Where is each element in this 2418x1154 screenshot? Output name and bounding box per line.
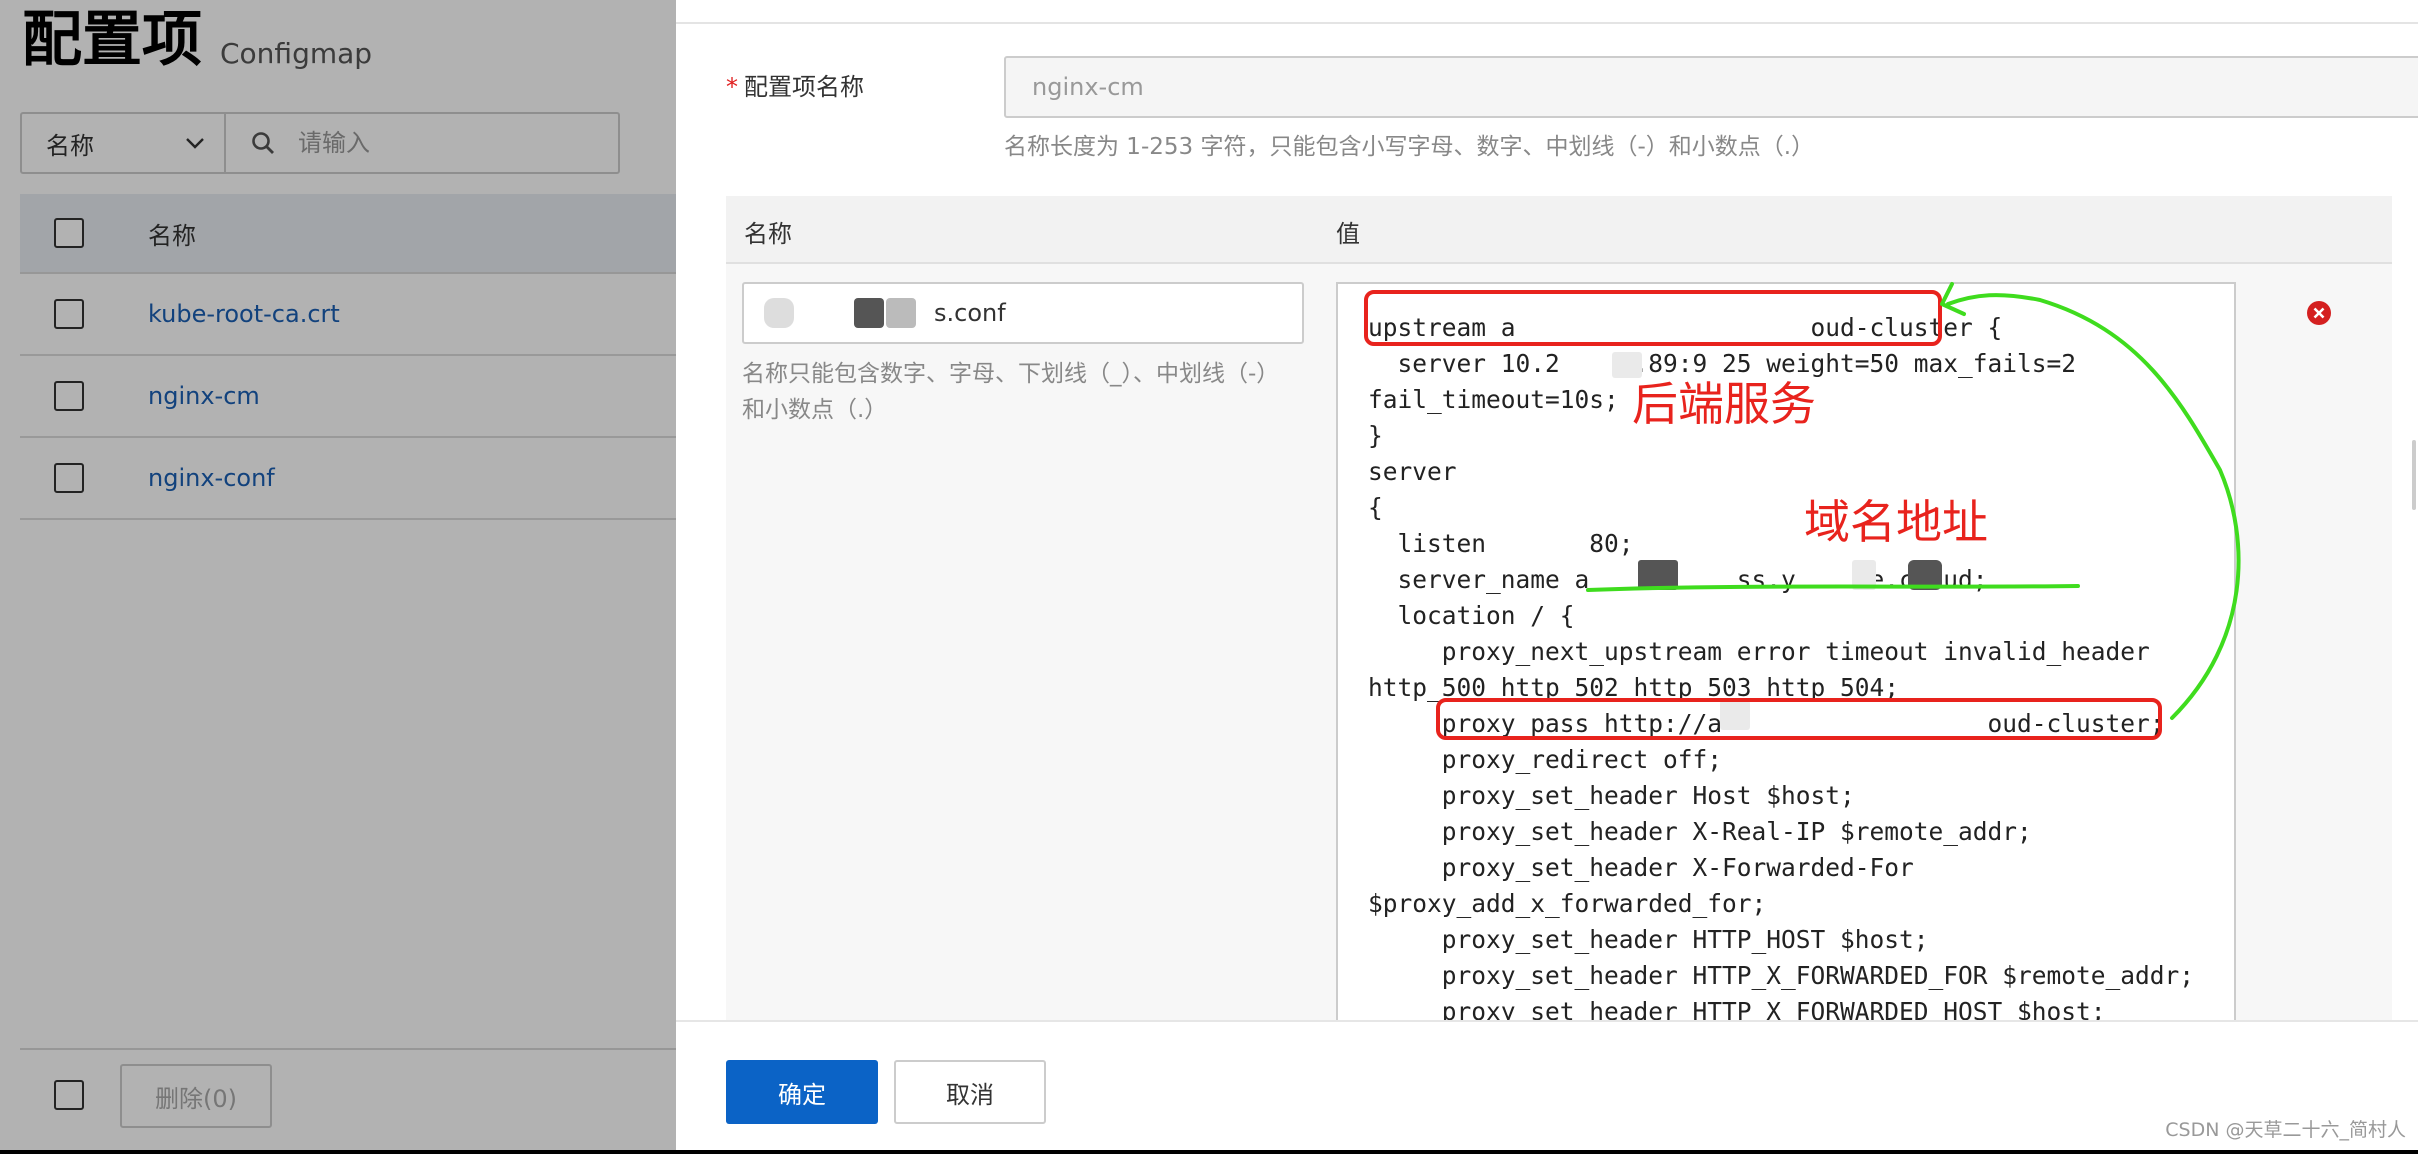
key-name-value: s.conf: [934, 299, 1006, 327]
drawer-divider: [676, 22, 2418, 24]
configmap-name-label: * 配置项名称: [726, 70, 864, 104]
kv-table-header: 名称 值: [726, 196, 2392, 264]
redaction-mask: [1638, 560, 1678, 590]
key-name-hint: 名称只能包含数字、字母、下划线（_）、中划线（-）和小数点（.）: [742, 361, 1280, 423]
remove-row-icon[interactable]: [2306, 300, 2332, 326]
domain-address-annotation: 域名地址: [1804, 495, 1988, 549]
redaction-mask: [886, 298, 916, 328]
confirm-button[interactable]: 确定: [726, 1060, 878, 1124]
redaction-mask: [1908, 560, 1942, 590]
drawer-scrollbar[interactable]: [2412, 440, 2416, 510]
drawer-footer: 确定 取消: [676, 1020, 2418, 1150]
redaction-mask: [764, 298, 794, 328]
configmap-name-field[interactable]: [1004, 56, 2418, 118]
kv-column-name: 名称: [744, 220, 792, 248]
edit-configmap-drawer: *配置项名称 名称长度为 1-253 字符，只能包含小写字母、数字、中划线（-）…: [676, 0, 2418, 1150]
screen-bottom-edge: [0, 1150, 2418, 1154]
modal-overlay[interactable]: [0, 0, 676, 1150]
required-mark: *: [726, 73, 738, 101]
cancel-button[interactable]: 取消: [894, 1060, 1046, 1124]
backend-service-annotation: 后端服务: [1632, 377, 1816, 431]
redaction-mask: [1612, 352, 1642, 378]
configmap-name-label-text: 配置项名称: [744, 73, 864, 101]
redaction-mask: [854, 298, 884, 328]
redaction-mask: [1852, 560, 1876, 590]
kv-column-value: 值: [1336, 220, 1360, 248]
configmap-name-hint: 名称长度为 1-253 字符，只能包含小写字母、数字、中划线（-）和小数点（.）: [1004, 134, 1815, 160]
redaction-mask: [1720, 700, 1750, 730]
key-name-input[interactable]: s.conf: [742, 282, 1304, 344]
watermark: CSDN @天草二十六_简村人: [2165, 1119, 2406, 1141]
